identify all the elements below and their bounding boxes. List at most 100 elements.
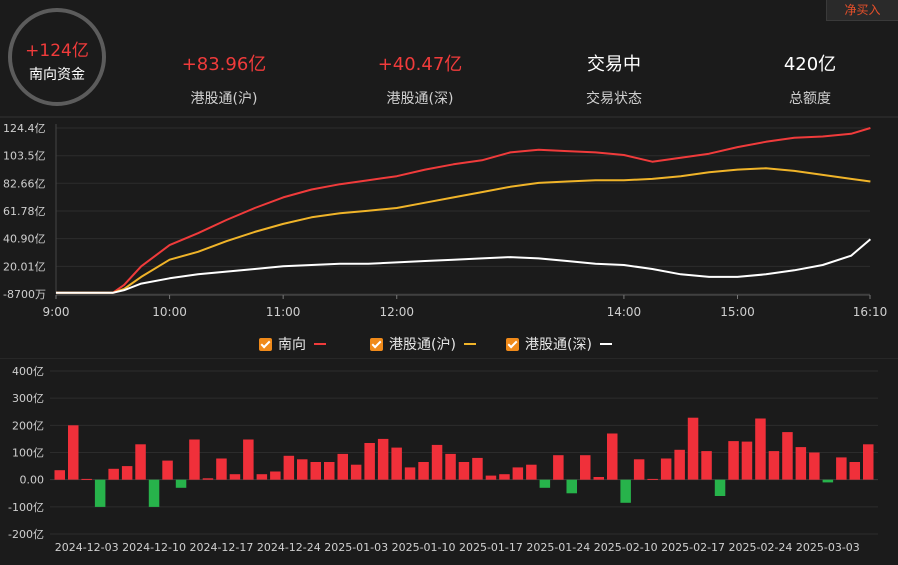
legend-item-sh-connect[interactable]: 港股通(沪)	[370, 334, 476, 354]
bar	[270, 471, 281, 480]
bar	[445, 453, 456, 480]
legend-swatch	[463, 343, 476, 345]
stat-value: 交易中	[587, 54, 641, 75]
bar	[458, 462, 470, 480]
y-tick-label: 300亿	[12, 392, 44, 405]
y-tick-label: 400亿	[12, 365, 44, 378]
bar	[229, 474, 241, 480]
bar	[485, 475, 497, 480]
legend-swatch	[314, 343, 326, 345]
bar	[647, 478, 658, 480]
southbound-total-value: +124亿	[25, 41, 89, 61]
stat-value: +83.96亿	[181, 54, 267, 75]
daily-flow-bar-chart: 400亿 300亿 200亿 100亿 0.00 -100亿 -200亿 2024-12-03…	[0, 358, 898, 554]
stat-sh-connect: +83.96亿 港股通(沪)	[166, 50, 282, 108]
bar	[580, 455, 591, 480]
x-tick-label: 11:00	[266, 305, 301, 319]
intraday-flow-line-chart: 124.4亿 103.5亿 82.66亿 61.78亿 40.90亿 20.01亿 -870…	[0, 116, 898, 319]
bar	[499, 474, 510, 480]
bar	[863, 444, 874, 480]
x-tick-label: 2025-02-10	[594, 541, 658, 554]
bar	[68, 425, 79, 480]
bar	[809, 452, 820, 480]
bar	[135, 444, 146, 480]
southbound-total-ring: +124亿 南向资金	[8, 8, 106, 106]
x-tick-label: 2024-12-10	[122, 541, 186, 554]
y-tick-label: -8700万	[3, 288, 46, 301]
bar	[660, 458, 672, 480]
bar	[216, 458, 227, 480]
series-line-1	[56, 167, 871, 294]
y-tick-label: 40.90亿	[3, 233, 46, 246]
stat-total-quota: 420亿 总额度	[770, 50, 850, 108]
bar	[81, 478, 92, 480]
bar	[404, 467, 416, 480]
bar	[512, 467, 524, 480]
bar	[297, 459, 308, 480]
bar	[768, 451, 780, 480]
y-tick-label: 100亿	[12, 447, 44, 460]
bar	[782, 432, 793, 480]
bar	[620, 479, 631, 503]
bar	[553, 455, 564, 480]
y-tick-label: 82.66亿	[3, 177, 46, 190]
bar	[162, 460, 173, 480]
summary-header: 净买入 +124亿 南向资金 +83.96亿 港股通(沪) +40.47亿 港股…	[0, 0, 898, 116]
bar	[822, 479, 834, 483]
bar	[526, 464, 537, 480]
stat-label: 港股通(沪)	[190, 91, 258, 107]
bar	[54, 470, 65, 480]
stat-trading-status: 交易中 交易状态	[566, 50, 662, 108]
bar	[593, 477, 604, 480]
stat-label: 交易状态	[586, 91, 642, 107]
stat-label: 总额度	[789, 91, 831, 107]
bar	[256, 474, 268, 480]
bar	[607, 433, 618, 480]
bar	[849, 462, 860, 480]
x-tick-label: 2025-02-24	[728, 541, 792, 554]
stat-value: 420亿	[783, 54, 837, 75]
x-tick-label: 2025-01-10	[392, 541, 456, 554]
x-tick-label: 2024-12-24	[257, 541, 321, 554]
stat-value: +40.47亿	[377, 54, 463, 75]
y-tick-label: 20.01亿	[3, 260, 46, 273]
bar	[674, 449, 685, 480]
y-tick-label: -200亿	[8, 528, 44, 541]
x-tick-label: 2025-02-17	[661, 541, 725, 554]
bar	[633, 459, 645, 480]
legend-swatch	[599, 343, 612, 345]
bar	[94, 479, 106, 507]
bar	[108, 468, 119, 480]
bar	[243, 439, 254, 480]
bar	[687, 417, 699, 480]
bar	[701, 451, 712, 480]
bar	[755, 418, 766, 480]
bar	[350, 464, 362, 480]
x-tick-label: 2025-01-03	[324, 541, 388, 554]
bar	[377, 438, 389, 480]
x-tick-label: 14:00	[607, 305, 642, 319]
x-tick-label: 2025-01-24	[526, 541, 590, 554]
net-buy-button[interactable]: 净买入	[826, 0, 898, 21]
bar	[836, 457, 847, 480]
x-tick-label: 2025-03-03	[796, 541, 860, 554]
bar	[539, 479, 551, 488]
bar	[741, 441, 753, 480]
bar	[310, 462, 321, 480]
bar	[714, 479, 726, 496]
x-tick-label: 10:00	[152, 305, 187, 319]
legend-item-southbound[interactable]: 南向	[259, 334, 326, 354]
y-tick-label: 103.5亿	[3, 150, 46, 163]
bar	[121, 466, 133, 480]
checkbox-icon[interactable]	[259, 337, 272, 351]
bar	[364, 443, 375, 480]
x-tick-label: 16:10	[853, 305, 888, 319]
legend-item-sz-connect[interactable]: 港股通(深)	[506, 334, 612, 354]
stat-label: 港股通(深)	[386, 91, 454, 107]
stat-sz-connect: +40.47亿 港股通(深)	[362, 50, 478, 108]
bar	[202, 478, 214, 480]
x-tick-label: 9:00	[43, 305, 70, 319]
checkbox-icon[interactable]	[370, 337, 383, 351]
checkbox-icon[interactable]	[506, 337, 519, 351]
bar	[391, 447, 402, 480]
